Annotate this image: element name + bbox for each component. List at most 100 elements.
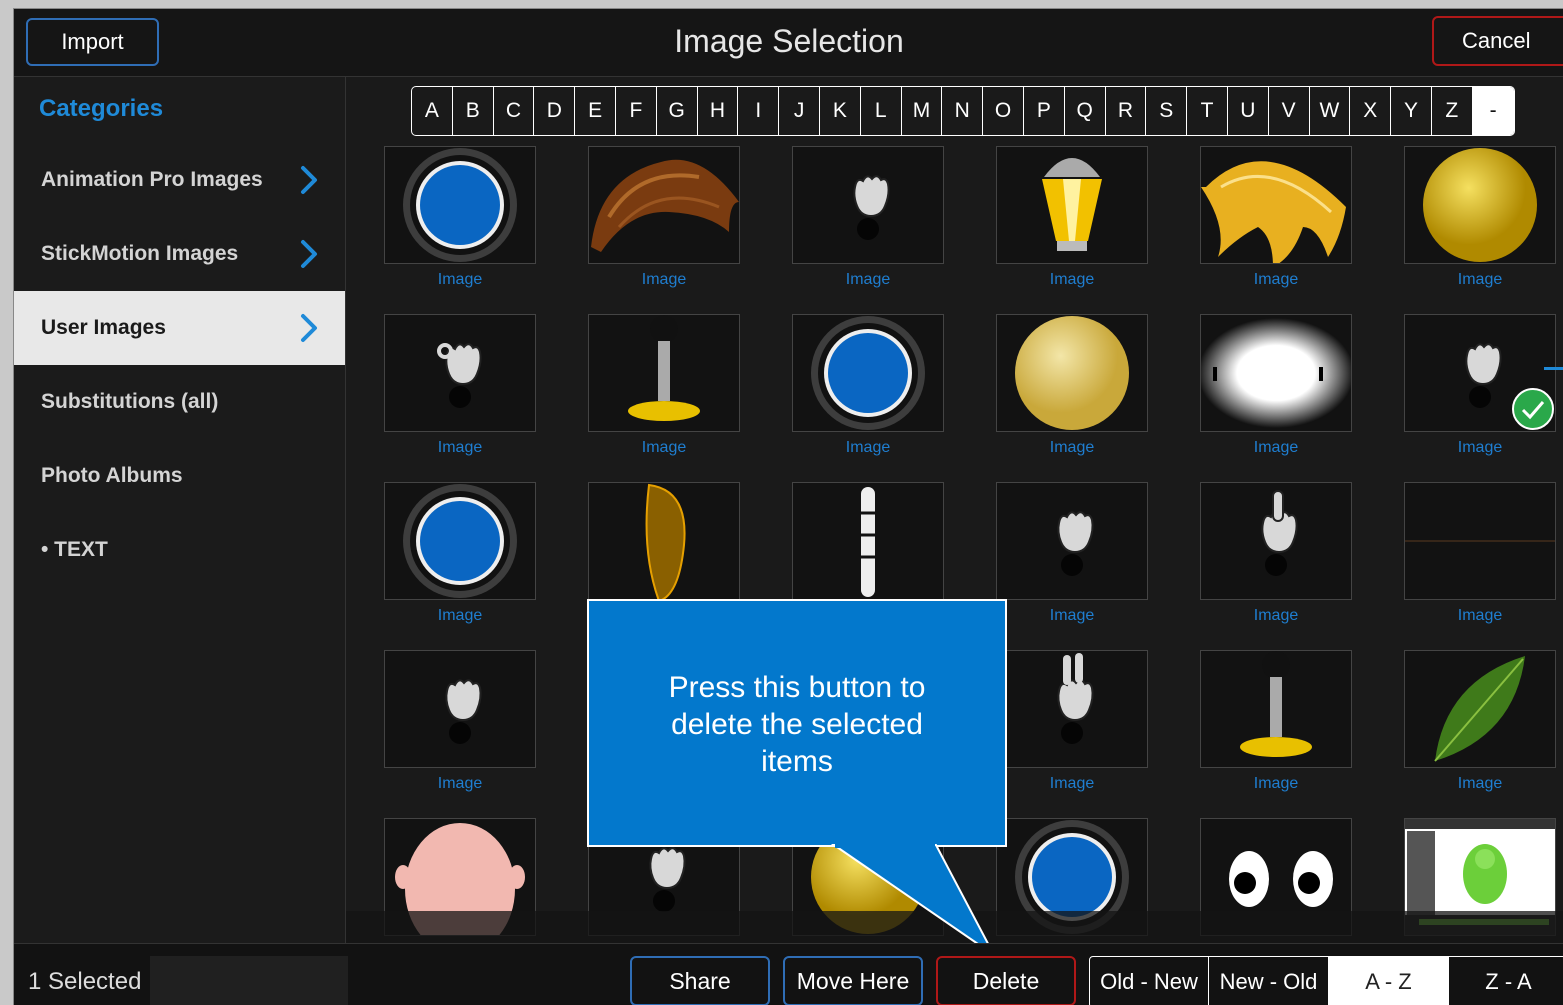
sidebar-item[interactable]: StickMotion Images: [14, 217, 345, 291]
image-thumbnail[interactable]: [588, 482, 740, 600]
share-button[interactable]: Share: [630, 956, 770, 1005]
segmented-bar-icon: [861, 487, 875, 597]
top-bar: Import Image Selection Cancel: [14, 9, 1563, 77]
sort-option[interactable]: Old - New: [1090, 957, 1209, 1005]
image-thumbnail[interactable]: [996, 314, 1148, 432]
image-thumbnail[interactable]: [384, 650, 536, 768]
sidebar-item[interactable]: Animation Pro Images: [14, 143, 345, 217]
image-label: Image: [1253, 775, 1299, 792]
image-label: Image: [1049, 439, 1095, 456]
hand-fist-icon: [853, 175, 890, 240]
alphabet-letter[interactable]: E: [575, 87, 616, 135]
alphabet-letter[interactable]: N: [942, 87, 984, 135]
selected-count: 1 Selected: [28, 968, 142, 995]
sidebar-item[interactable]: User Images: [14, 291, 345, 365]
alphabet-letter[interactable]: C: [494, 87, 535, 135]
hand-ok-icon: [437, 343, 482, 408]
delete-button[interactable]: Delete: [936, 956, 1076, 1005]
alphabet-letter[interactable]: P: [1024, 87, 1065, 135]
bottom-toolbar: 1 Selected Share Move Here Delete Old - …: [14, 943, 1563, 1005]
sidebar-item[interactable]: Photo Albums: [14, 439, 345, 513]
pointer-arrow-icon: [1544, 367, 1563, 370]
alphabet-letter[interactable]: X: [1350, 87, 1392, 135]
image-thumbnail[interactable]: [996, 146, 1148, 264]
image-thumbnail[interactable]: [792, 482, 944, 600]
sidebar-item-label: Substitutions (all): [41, 390, 219, 413]
alphabet-letter[interactable]: F: [616, 87, 657, 135]
hand-flat-icon: [1057, 653, 1094, 744]
image-label: Image: [1253, 271, 1299, 288]
joystick-icon: [628, 315, 700, 421]
sidebar: Categories Animation Pro Images StickMoti…: [14, 77, 346, 943]
alphabet-letter[interactable]: Y: [1391, 87, 1432, 135]
alphabet-letter[interactable]: H: [698, 87, 739, 135]
image-thumbnail[interactable]: [384, 314, 536, 432]
alphabet-letter[interactable]: Z: [1432, 87, 1473, 135]
alphabet-letter[interactable]: I: [738, 87, 780, 135]
categories-heading: Categories: [39, 95, 164, 122]
alphabet-letter[interactable]: -: [1472, 87, 1514, 135]
alphabet-letter[interactable]: M: [902, 87, 943, 135]
image-thumbnail[interactable]: [792, 314, 944, 432]
alphabet-letter[interactable]: O: [983, 87, 1024, 135]
alphabet-letter[interactable]: T: [1187, 87, 1228, 135]
alphabet-letter[interactable]: K: [820, 87, 861, 135]
image-thumbnail[interactable]: [1404, 482, 1556, 600]
callout-pointer: [830, 844, 995, 956]
alphabet-letter[interactable]: A: [412, 87, 453, 135]
hand-rock-icon: [1057, 511, 1094, 576]
sort-segmented-control: Old - New New - Old A - ZZ - A: [1089, 956, 1563, 1005]
alphabet-letter[interactable]: V: [1269, 87, 1310, 135]
image-label: Image: [1457, 271, 1503, 288]
alphabet-letter[interactable]: W: [1310, 87, 1351, 135]
alphabet-letter[interactable]: S: [1146, 87, 1188, 135]
blank-icon: [1405, 540, 1555, 542]
sort-option[interactable]: New - Old: [1209, 957, 1329, 1005]
pale-ball-icon: [1015, 316, 1129, 430]
alphabet-letter[interactable]: R: [1106, 87, 1147, 135]
alphabet-letter[interactable]: Q: [1065, 87, 1106, 135]
image-thumbnail[interactable]: [588, 314, 740, 432]
selection-field: [150, 956, 348, 1005]
image-label: Image: [641, 271, 687, 288]
image-thumbnail[interactable]: [1404, 314, 1556, 432]
sidebar-item[interactable]: Substitutions (all): [14, 365, 345, 439]
alphabet-letter[interactable]: U: [1228, 87, 1269, 135]
sidebar-item-label: StickMotion Images: [41, 242, 239, 265]
callout-text: Press this button to delete the selected…: [668, 671, 926, 778]
image-thumbnail[interactable]: [588, 146, 740, 264]
alphabet-letter[interactable]: D: [534, 87, 576, 135]
sort-option[interactable]: A - Z: [1329, 957, 1449, 1005]
image-thumbnail[interactable]: [1404, 650, 1556, 768]
image-thumbnail[interactable]: [1200, 146, 1352, 264]
delete-callout: Press this button to delete the selected…: [587, 599, 1007, 847]
alphabet-letter[interactable]: L: [861, 87, 902, 135]
sidebar-item-label: User Images: [41, 316, 166, 339]
image-thumbnail[interactable]: [384, 482, 536, 600]
sidebar-item[interactable]: • TEXT: [14, 513, 345, 587]
orange-lens-icon: [645, 483, 686, 599]
image-thumbnail[interactable]: [792, 146, 944, 264]
image-thumbnail[interactable]: [384, 146, 536, 264]
move-here-button[interactable]: Move Here: [783, 956, 923, 1005]
image-label: Image: [1457, 775, 1503, 792]
chevron-right-icon: [301, 166, 317, 194]
image-thumbnail[interactable]: [1200, 482, 1352, 600]
leaf-icon: [1434, 656, 1525, 762]
blue-circle-icon: [403, 148, 517, 262]
sort-option[interactable]: Z - A: [1449, 957, 1563, 1005]
alphabet-letter[interactable]: G: [657, 87, 698, 135]
image-label: Image: [1049, 775, 1095, 792]
image-label: Image: [1049, 271, 1095, 288]
image-thumbnail[interactable]: [1404, 146, 1556, 264]
alphabet-letter[interactable]: B: [453, 87, 494, 135]
image-thumbnail[interactable]: [1200, 650, 1352, 768]
image-thumbnail[interactable]: [996, 482, 1148, 600]
image-label: Image: [437, 607, 483, 624]
cancel-button[interactable]: Cancel: [1432, 16, 1563, 66]
chevron-right-icon: [301, 240, 317, 268]
alphabet-letter[interactable]: J: [779, 87, 820, 135]
image-thumbnail[interactable]: [1200, 314, 1352, 432]
yellow-bulb-icon: [1042, 158, 1102, 251]
image-thumbnail[interactable]: [996, 650, 1148, 768]
